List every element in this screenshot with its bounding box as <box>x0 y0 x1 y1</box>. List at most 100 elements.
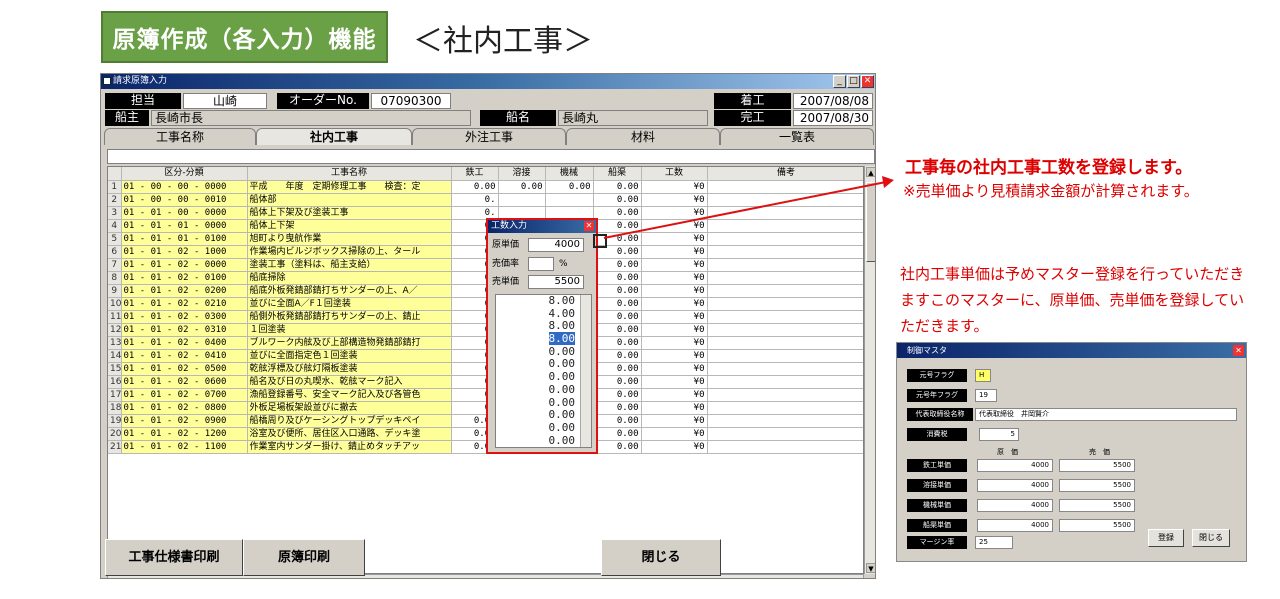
tab-ichiran[interactable]: 一覧表 <box>720 128 874 145</box>
row-name[interactable]: ブルワーク内舷及び上部構造物発錆部錆打 <box>247 336 452 350</box>
row-kosu[interactable]: ¥0 <box>641 310 708 324</box>
row-code[interactable]: 01 - 01 - 00 - 0000 <box>121 206 248 220</box>
input-strip[interactable] <box>107 149 875 164</box>
row-kosu[interactable]: ¥0 <box>641 323 708 337</box>
row-kosu[interactable]: ¥0 <box>641 401 708 415</box>
master-baika-field[interactable]: 5500 <box>1059 479 1135 492</box>
row-senkyo[interactable]: 0.00 <box>593 349 642 363</box>
row-name[interactable]: 船橋周り及びケーシングトップデッキペイ <box>247 414 452 428</box>
scroll-down-icon[interactable]: ▼ <box>866 563 875 573</box>
funanushi-field[interactable]: 長崎市長 <box>151 110 471 126</box>
kosu-list-item[interactable]: 0.00 <box>496 370 591 384</box>
tab-koji-meisho[interactable]: 工事名称 <box>104 128 256 145</box>
row-biko[interactable] <box>707 323 863 337</box>
genbo-print-button[interactable]: 原簿印刷 <box>243 539 365 576</box>
row-name[interactable]: 作業室内サンダー掛け、錆止めタッチアッ <box>247 440 452 454</box>
window-close-button[interactable]: 閉じる <box>601 539 721 576</box>
row-kosu[interactable]: ¥0 <box>641 362 708 376</box>
row-code[interactable]: 01 - 01 - 02 - 0600 <box>121 375 248 389</box>
row-senkyo[interactable]: 0.00 <box>593 362 642 376</box>
tanto-field[interactable]: 山崎 <box>183 93 267 109</box>
close-icon[interactable]: ✕ <box>861 75 874 88</box>
kosu-list-item[interactable]: 0.00 <box>496 396 591 410</box>
row-code[interactable]: 01 - 01 - 02 - 1000 <box>121 245 248 259</box>
row-senkyo[interactable]: 0.00 <box>593 323 642 337</box>
row-senkyo[interactable]: 0.00 <box>593 284 642 298</box>
row-kosu[interactable]: ¥0 <box>641 271 708 285</box>
row-code[interactable]: 01 - 01 - 02 - 0000 <box>121 258 248 272</box>
row-biko[interactable] <box>707 414 863 428</box>
row-code[interactable]: 01 - 01 - 02 - 0500 <box>121 362 248 376</box>
maximize-icon[interactable]: □ <box>847 75 860 88</box>
row-name[interactable]: 船体部 <box>247 193 452 207</box>
row-senkyo[interactable]: 0.00 <box>593 375 642 389</box>
funame-field[interactable]: 長崎丸 <box>558 110 708 126</box>
row-name[interactable]: 船底掃除 <box>247 271 452 285</box>
row-name[interactable]: 外板足場板架設並びに撤去 <box>247 401 452 415</box>
row-biko[interactable] <box>707 349 863 363</box>
master-close-icon[interactable]: ✕ <box>1233 345 1244 356</box>
tab-gaichu-koji[interactable]: 外注工事 <box>412 128 566 145</box>
row-senkyo[interactable]: 0.00 <box>593 297 642 311</box>
kosu-list-item[interactable]: 0.00 <box>496 421 591 435</box>
gengo-field[interactable]: H <box>975 369 991 382</box>
row-name[interactable]: 並びに全面指定色１回塗装 <box>247 349 452 363</box>
row-code[interactable]: 01 - 00 - 00 - 0010 <box>121 193 248 207</box>
row-biko[interactable] <box>707 427 863 441</box>
row-name[interactable]: 船体上下架 <box>247 219 452 233</box>
row-kikai[interactable]: 0.00 <box>545 180 594 194</box>
master-genka-field[interactable]: 4000 <box>977 499 1053 512</box>
row-code[interactable]: 01 - 01 - 02 - 0310 <box>121 323 248 337</box>
row-yosetsu[interactable] <box>498 193 546 207</box>
kanko-field[interactable]: 2007/08/30 <box>793 110 873 126</box>
row-kosu[interactable]: ¥0 <box>641 336 708 350</box>
row-code[interactable]: 01 - 00 - 00 - 0000 <box>121 180 248 194</box>
row-kosu[interactable]: ¥0 <box>641 375 708 389</box>
row-name[interactable]: 旭町より曳航作業 <box>247 232 452 246</box>
row-name[interactable]: 作業場内ビルジボックス掃除の上、タール <box>247 245 452 259</box>
row-senkyo[interactable]: 0.00 <box>593 440 642 454</box>
tax-field[interactable]: 5 <box>979 428 1019 441</box>
baika-rate-field[interactable] <box>528 257 554 271</box>
row-kosu[interactable]: ¥0 <box>641 440 708 454</box>
row-code[interactable]: 01 - 01 - 02 - 0900 <box>121 414 248 428</box>
row-code[interactable]: 01 - 01 - 02 - 0410 <box>121 349 248 363</box>
order-field[interactable]: 07090300 <box>371 93 451 109</box>
row-code[interactable]: 01 - 01 - 01 - 0100 <box>121 232 248 246</box>
row-code[interactable]: 01 - 01 - 02 - 1200 <box>121 427 248 441</box>
spec-print-button[interactable]: 工事仕様書印刷 <box>105 539 243 576</box>
row-biko[interactable] <box>707 362 863 376</box>
row-senkyo[interactable]: 0.00 <box>593 427 642 441</box>
row-name[interactable]: 漁船登録番号、安全マーク記入及び各管色 <box>247 388 452 402</box>
row-biko[interactable] <box>707 258 863 272</box>
margin-field[interactable]: 25 <box>975 536 1013 549</box>
row-name[interactable]: 塗装工事（塗料は、船主支給） <box>247 258 452 272</box>
row-yosetsu[interactable]: 0.00 <box>498 180 546 194</box>
master-genka-field[interactable]: 4000 <box>977 479 1053 492</box>
kosu-list-item[interactable]: 4.00 <box>496 307 591 321</box>
row-code[interactable]: 01 - 01 - 01 - 0000 <box>121 219 248 233</box>
row-kosu[interactable]: ¥0 <box>641 258 708 272</box>
row-biko[interactable] <box>707 297 863 311</box>
row-code[interactable]: 01 - 01 - 02 - 0400 <box>121 336 248 350</box>
register-button[interactable]: 登録 <box>1148 529 1184 547</box>
row-name[interactable]: 乾舷浮標及び舷灯隔板塗装 <box>247 362 452 376</box>
row-tekko[interactable]: 0.00 <box>451 180 499 194</box>
row-senkyo[interactable]: 0.00 <box>593 414 642 428</box>
row-code[interactable]: 01 - 01 - 02 - 1100 <box>121 440 248 454</box>
row-tekko[interactable]: 0. <box>451 193 499 207</box>
row-code[interactable]: 01 - 01 - 02 - 0200 <box>121 284 248 298</box>
master-genka-field[interactable]: 4000 <box>977 519 1053 532</box>
kosu-list-item[interactable]: 0.00 <box>496 408 591 422</box>
row-biko[interactable] <box>707 401 863 415</box>
row-biko[interactable] <box>707 336 863 350</box>
row-senkyo[interactable]: 0.00 <box>593 388 642 402</box>
popup-close-icon[interactable]: ✕ <box>584 221 594 231</box>
row-name[interactable]: 船底外板発錆部錆打ちサンダーの上、A／ <box>247 284 452 298</box>
row-code[interactable]: 01 - 01 - 02 - 0100 <box>121 271 248 285</box>
gengo-year-field[interactable]: 19 <box>975 389 997 402</box>
row-name[interactable]: 船名及び日の丸喫水、乾舷マーク記入 <box>247 375 452 389</box>
row-name[interactable]: １回塗装 <box>247 323 452 337</box>
daihyo-field[interactable]: 代表取締役 井岡賢介 <box>975 408 1237 421</box>
master-baika-field[interactable]: 5500 <box>1059 499 1135 512</box>
